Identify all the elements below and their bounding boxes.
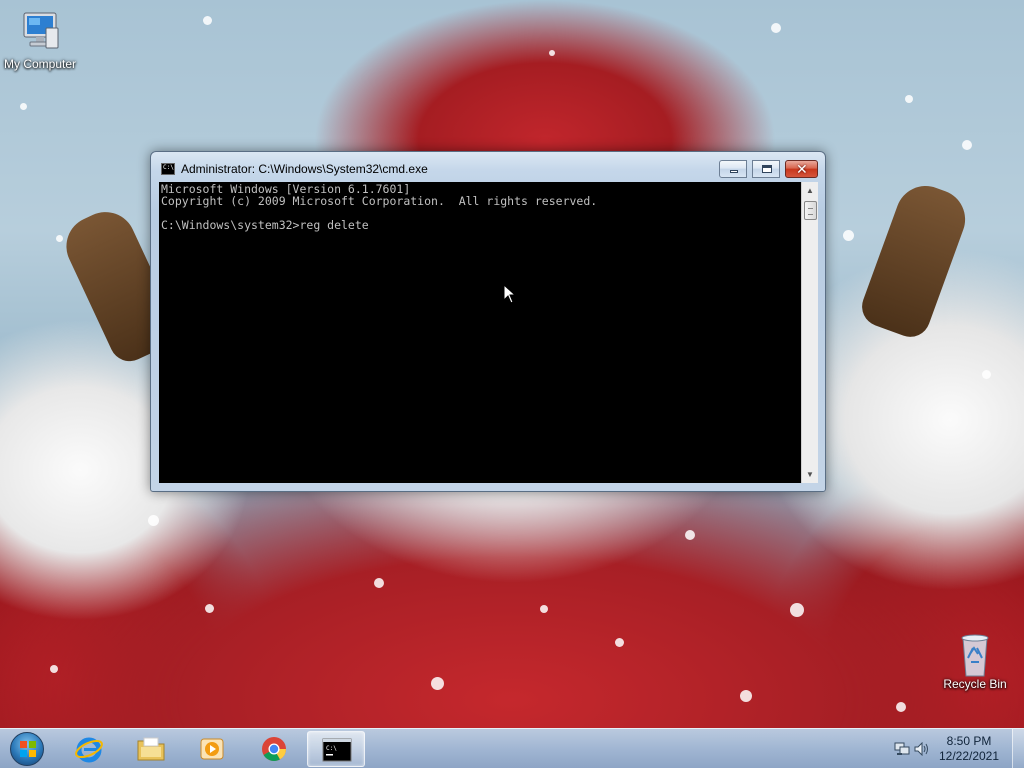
close-icon: ✕ <box>796 161 808 177</box>
close-button[interactable]: ✕ <box>785 160 818 178</box>
minimize-button[interactable] <box>719 160 747 178</box>
chrome-icon <box>262 737 286 762</box>
volume-icon[interactable] <box>914 742 930 756</box>
scroll-thumb[interactable] <box>804 201 817 220</box>
show-desktop-button[interactable] <box>1012 729 1024 768</box>
mouse-cursor-icon <box>503 284 517 304</box>
windows-start-icon <box>10 732 44 766</box>
cmd-window[interactable]: C:\ Administrator: C:\Windows\System32\c… <box>150 151 826 492</box>
folder-icon <box>137 737 165 761</box>
scroll-up-button[interactable]: ▲ <box>802 182 818 199</box>
console-line: Copyright (c) 2009 Microsoft Corporation… <box>161 194 598 208</box>
console-prompt-line: C:\Windows\system32>reg delete <box>161 218 369 232</box>
window-titlebar[interactable]: C:\ Administrator: C:\Windows\System32\c… <box>151 152 825 182</box>
taskbar-media-player[interactable] <box>183 731 241 767</box>
media-player-icon <box>200 738 224 760</box>
taskbar-clock[interactable]: 8:50 PM 12/22/2021 <box>934 734 1004 764</box>
recycle-bin-icon <box>951 630 999 677</box>
desktop-icon-label: Recycle Bin <box>943 677 1007 691</box>
taskbar-file-explorer[interactable] <box>122 731 180 767</box>
system-tray: 8:50 PM 12/22/2021 <box>884 729 1024 768</box>
taskbar-cmd[interactable]: C:\ <box>307 731 365 767</box>
scroll-down-button[interactable]: ▼ <box>802 466 818 483</box>
maximize-button[interactable] <box>752 160 780 178</box>
start-button[interactable] <box>4 730 50 768</box>
taskbar: C:\ 8:50 PM 12/22/2021 <box>0 728 1024 768</box>
clock-date: 12/22/2021 <box>938 749 1000 763</box>
vertical-scrollbar[interactable]: ▲ ▼ <box>801 182 818 483</box>
right-glove <box>856 177 974 343</box>
svg-text:C:\: C:\ <box>326 745 337 752</box>
internet-explorer-icon <box>75 737 103 763</box>
maximize-icon <box>762 165 772 173</box>
network-icon[interactable] <box>894 742 910 756</box>
cmd-icon: C:\ <box>322 738 352 762</box>
minimize-icon <box>730 170 738 173</box>
console-output[interactable]: Microsoft Windows [Version 6.1.7601] Copy… <box>159 182 801 483</box>
taskbar-internet-explorer[interactable] <box>60 731 118 767</box>
desktop-icon-my-computer[interactable]: My Computer <box>0 10 80 71</box>
window-title: Administrator: C:\Windows\System32\cmd.e… <box>181 162 428 176</box>
cmd-icon: C:\ <box>161 163 175 175</box>
desktop-icon-recycle-bin[interactable]: Recycle Bin <box>935 630 1015 691</box>
taskbar-chrome[interactable] <box>245 731 303 767</box>
computer-icon <box>16 10 64 54</box>
desktop-icon-label: My Computer <box>3 57 77 71</box>
clock-time: 8:50 PM <box>946 734 992 748</box>
